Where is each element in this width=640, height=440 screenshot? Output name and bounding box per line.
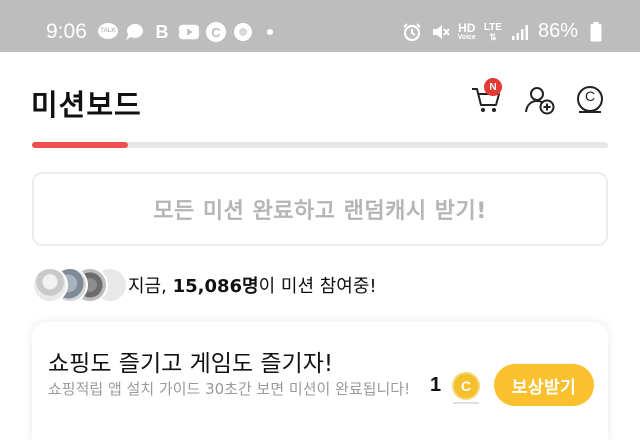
c-app-label: C [211,24,221,40]
lte-arrows-icon: ⇅ [489,31,497,42]
avatar-group [32,267,128,303]
coin-symbol: C [584,88,596,104]
notification-icons: TALK B C [98,22,280,42]
participant-count: 15,086명 [172,276,259,297]
coin-history-button[interactable]: C [572,82,608,118]
lte-icon: LTE ⇅ [484,22,502,42]
complete-all-label: 모든 미션 완료하고 랜덤캐시 받기! [153,199,487,224]
chat-bubble-icon [125,22,145,42]
battery-percent: 86% [537,20,578,42]
participants-row: 지금, 15,086명이 미션 참여중! [32,266,377,304]
status-time: 9:06 [46,20,87,43]
b-app-label: B [155,21,169,42]
status-bar: 9:06 TALK B C HD Voice LTE ⇅ 86% [0,0,640,52]
lte-label: LTE [483,21,502,33]
dot-icon [260,22,280,42]
mission-card[interactable]: 쇼핑도 즐기고 게임도 즐기자! 쇼핑적립 앱 설치 가이드 30초간 보면 미… [32,322,608,440]
b-app-icon: B [152,22,172,42]
participants-prefix: 지금, [128,276,173,297]
avatar [32,267,68,303]
system-status: HD Voice LTE ⇅ 86% [402,20,606,43]
participants-text: 지금, 15,086명이 미션 참여중! [128,272,377,298]
header: 미션보드 N C [0,52,640,138]
voice-label: Voice [457,33,476,41]
participants-suffix: 이 미션 참여중! [258,276,377,297]
hd-label: HD [458,20,476,35]
coin-icon: C [452,372,480,400]
youtube-icon [179,22,199,42]
reward-count: 1 [430,374,442,396]
hd-voice-icon: HD Voice [458,22,476,42]
add-user-icon [525,87,555,115]
mission-title: 쇼핑도 즐기고 게임도 즐기자! [48,351,334,377]
complete-all-banner[interactable]: 모든 미션 완료하고 랜덤캐시 받기! [32,172,608,246]
claim-reward-button[interactable]: 보상받기 [494,364,594,406]
mission-description: 쇼핑적립 앱 설치 가이드 30초간 보면 미션이 완료됩니다! [48,380,411,398]
c-app-icon: C [206,22,226,42]
new-badge: N [484,78,502,96]
page-title: 미션보드 [31,88,142,122]
app-icon [233,22,253,42]
coin-icon-symbol: C [460,378,472,394]
add-friend-button[interactable] [522,82,558,118]
talk-icon-label: TALK [100,28,116,34]
mission-progress-fill [32,142,129,148]
mission-progress-bar [32,142,608,148]
coin-underline [453,402,479,404]
signal-icon [510,22,530,42]
mute-icon [430,22,450,42]
alarm-icon [402,22,422,42]
cart-button[interactable]: N [468,78,504,118]
battery-icon [586,21,606,42]
